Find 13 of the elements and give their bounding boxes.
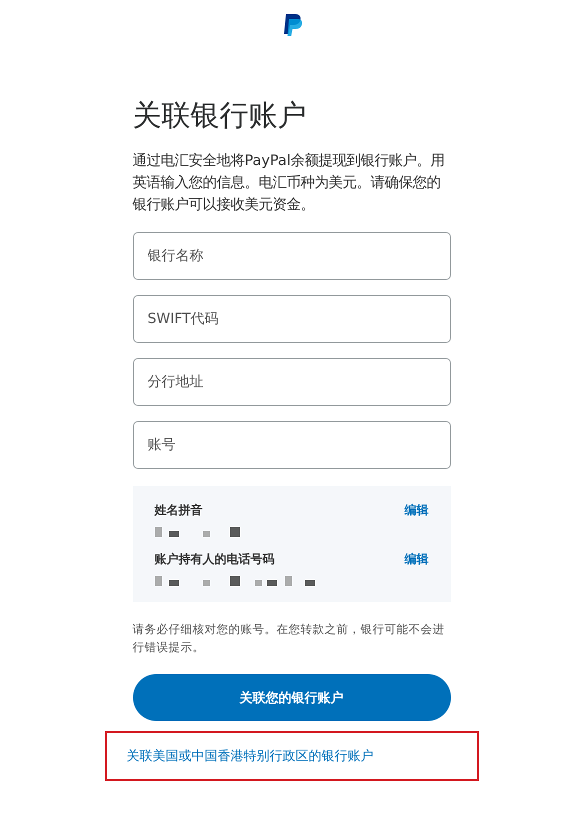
page-title: 关联银行账户: [132, 97, 308, 134]
input-field[interactable]: 账号: [132, 421, 450, 469]
input-field[interactable]: SWIFT代码: [132, 295, 450, 343]
note-text: 请务必仔细核对您的账号。在您转款之前，银行可能不会进行错误提示。: [132, 621, 446, 656]
bank-account-link[interactable]: 关联美国或中国香港特别行政区的银行账户: [126, 747, 374, 765]
edit-link[interactable]: 编辑: [404, 551, 428, 568]
intro-text: 通过电汇安全地将PayPal余额提现到银行账户。用英语输入您的信息。电汇币种为美元。请确保您的银行账户可以接收美元资金。: [132, 152, 446, 215]
edit-link[interactable]: 编辑: [404, 502, 428, 519]
link-bank-button[interactable]: 关联您的银行账户: [132, 674, 450, 721]
detail-label: 账户持有人的电话号码: [154, 551, 274, 568]
input-field[interactable]: 分行地址: [132, 358, 450, 406]
input-field[interactable]: 银行名称: [132, 232, 450, 280]
detail-label: 姓名拼音: [154, 502, 202, 519]
